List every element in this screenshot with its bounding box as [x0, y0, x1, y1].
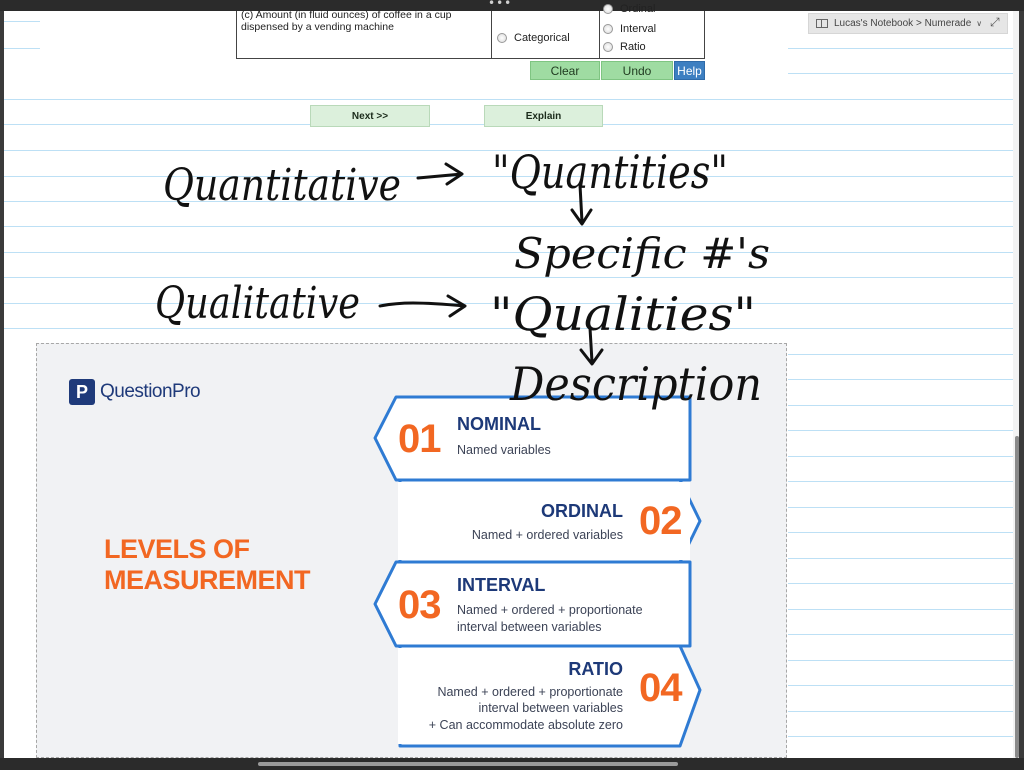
ink-qualities: "Qualities"	[490, 287, 756, 341]
arrow-quantities-down	[570, 183, 593, 226]
explain-button[interactable]: Explain	[484, 105, 603, 127]
help-button[interactable]: Help	[674, 61, 705, 80]
horizontal-scrollbar-thumb[interactable]	[258, 762, 678, 766]
question-item-text: (c) Amount (in fluid ounces) of coffee i…	[241, 9, 452, 33]
bottom-bar	[0, 758, 1024, 770]
ordinal-label: Ordinal	[620, 3, 656, 15]
interval-label: Interval	[620, 23, 657, 35]
undo-button[interactable]: Undo	[601, 61, 673, 80]
level-03-desc-line1: Named + ordered + proportionate	[457, 603, 643, 617]
ordinal-option[interactable]: Ordinal	[603, 3, 655, 15]
questionpro-logo-icon: P	[69, 379, 95, 405]
chevron-down-icon[interactable]: ∨	[976, 19, 982, 28]
question-table: (c) Amount (in fluid ounces) of coffee i…	[236, 3, 705, 59]
level-02-desc: Named + ordered variables	[471, 528, 623, 542]
level-01-number: 01	[398, 417, 441, 461]
level-02-title: ORDINAL	[541, 501, 623, 521]
categorical-radio[interactable]	[497, 33, 507, 43]
question-item-cell: (c) Amount (in fluid ounces) of coffee i…	[237, 9, 492, 58]
level-04-desc-line1: Named + ordered + proportionate	[437, 685, 623, 699]
clear-button[interactable]: Clear	[530, 61, 600, 80]
notebook-icon	[816, 19, 828, 28]
breadcrumb-label: Lucas's Notebook > Numerade	[834, 18, 972, 29]
questionpro-logo-text: QuestionPro	[100, 381, 201, 402]
categorical-option[interactable]: Categorical	[497, 32, 570, 44]
arrow-qualitative	[378, 294, 467, 318]
ratio-label: Ratio	[620, 41, 646, 53]
questionpro-logo: P QuestionPro	[69, 379, 201, 405]
expand-icon[interactable]: ⤢	[990, 15, 1000, 30]
ordinal-radio[interactable]	[603, 4, 613, 14]
level-04-desc-line2: interval between variables	[478, 701, 623, 715]
interval-radio[interactable]	[603, 24, 613, 34]
level-03-desc-line2: interval between variables	[457, 620, 602, 634]
level-03-title: INTERVAL	[457, 575, 546, 595]
levels-heading-line1: LEVELS OF	[104, 534, 250, 564]
level-cell: Ordinal Interval Ratio	[600, 3, 704, 58]
window-title-bar: •••	[0, 0, 1024, 11]
categorical-label: Categorical	[514, 32, 570, 44]
level-02-number: 02	[639, 499, 682, 543]
level-04-title: RATIO	[568, 659, 623, 679]
category-cell: Categorical	[492, 11, 600, 58]
levels-heading-line2: MEASUREMENT	[104, 565, 311, 595]
more-options-icon[interactable]: •••	[488, 0, 512, 10]
ratio-radio[interactable]	[603, 42, 613, 52]
level-04-desc-line3: + Can accommodate absolute zero	[428, 718, 623, 732]
interval-option[interactable]: Interval	[603, 23, 656, 35]
level-04-number: 04	[639, 666, 682, 710]
next-button[interactable]: Next >>	[310, 105, 430, 127]
level-01-desc: Named variables	[457, 443, 551, 457]
breadcrumb[interactable]: Lucas's Notebook > Numerade ∨	[808, 13, 1008, 34]
level-03-number: 03	[398, 583, 441, 627]
level-01-title: NOMINAL	[457, 414, 541, 434]
ink-quantities: "Quantities"	[492, 145, 728, 199]
ratio-option[interactable]: Ratio	[603, 41, 646, 53]
arrow-quantitative	[416, 162, 464, 186]
ink-quantitative: Quantitative	[163, 160, 401, 211]
ink-specific: Specific #'s	[514, 229, 770, 278]
window-right-edge	[1019, 11, 1024, 758]
